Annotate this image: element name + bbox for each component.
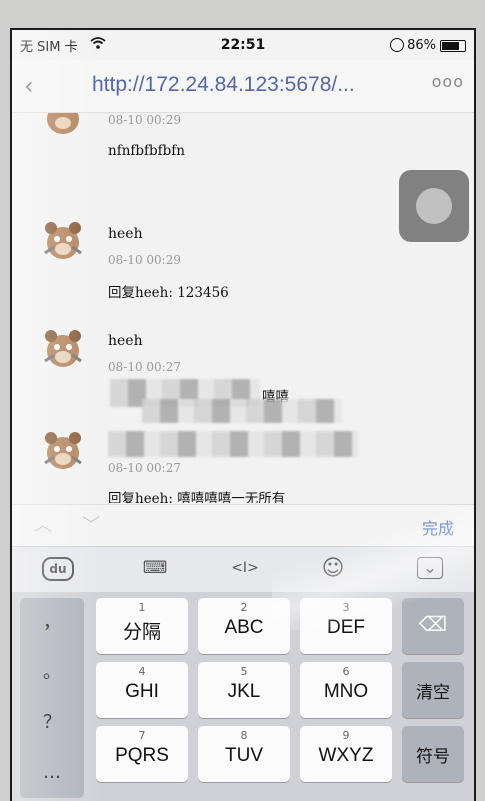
list-item: 08-10 00:27 回复heeh: 嘻嘻嘻嘻一无所有 <box>12 423 474 503</box>
key-5[interactable]: 5 JKL <box>198 662 290 718</box>
more-icon[interactable]: ooo <box>432 72 464 91</box>
keyboard-toolbar: du ⌨ <I> ☺ ⌄ <box>12 546 474 593</box>
key-4[interactable]: 4 GHI <box>96 662 188 718</box>
clear-key[interactable]: 清空 <box>402 662 464 718</box>
key-number: 5 <box>240 665 248 678</box>
key-9[interactable]: 9 WXYZ <box>300 726 392 782</box>
question-key[interactable]: ？ <box>20 698 84 748</box>
status-bar: 无 SIM 卡 22:51 86% <box>12 30 474 60</box>
delete-icon: ⌫ <box>418 614 448 636</box>
baidu-ime-icon[interactable]: du <box>42 557 74 581</box>
key-number: 4 <box>138 665 146 678</box>
rotation-lock-icon <box>390 38 404 52</box>
key-6[interactable]: 6 MNO <box>300 662 392 718</box>
clear-label: 清空 <box>416 683 450 702</box>
bear-avatar-icon <box>47 113 79 134</box>
comment-author: heeh <box>108 226 143 242</box>
symbol-label: 符号 <box>416 747 450 766</box>
symbol-key[interactable]: 符号 <box>402 726 464 782</box>
previous-field-icon[interactable]: ︿ <box>34 511 52 537</box>
page-url[interactable]: http://172.24.84.123:5678/... <box>92 73 355 97</box>
delete-key[interactable]: ⌫ <box>402 598 464 654</box>
clock: 22:51 <box>220 37 266 53</box>
phone-screen: 无 SIM 卡 22:51 86% ‹ http://172.24.84.123… <box>10 28 476 801</box>
emoji-icon[interactable]: ☺ <box>318 555 348 581</box>
key-label: GHI <box>125 681 159 702</box>
list-item: heeh 08-10 00:27 嘻嘻 <box>12 323 474 423</box>
pixelated-text <box>108 431 358 457</box>
bear-avatar-icon <box>44 330 82 367</box>
comment-date: 08-10 00:29 <box>108 253 181 267</box>
back-icon[interactable]: ‹ <box>24 72 34 100</box>
comma-key[interactable]: ， <box>20 598 84 648</box>
browser-navbar: ‹ http://172.24.84.123:5678/... ooo <box>12 60 474 113</box>
comment-author: heeh <box>108 333 143 349</box>
key-label: ABC <box>224 617 264 638</box>
cursor-move-icon[interactable]: <I> <box>230 555 260 581</box>
hide-keyboard-icon[interactable]: ⌄ <box>417 557 443 579</box>
comment-text: 回复heeh: 123456 <box>108 285 229 301</box>
key-number: 1 <box>138 601 146 614</box>
keyboard-switch-icon[interactable]: ⌨ <box>140 555 170 581</box>
input-accessory-bar: ︿ ﹀ 完成 <box>12 504 474 547</box>
ellipsis-key[interactable]: … <box>20 748 84 798</box>
key-label: DEF <box>327 617 365 638</box>
bear-avatar-icon <box>44 222 82 259</box>
comment-date: 08-10 00:27 <box>108 461 181 475</box>
comment-text: 回复heeh: 嘻嘻嘻嘻一无所有 <box>108 491 286 503</box>
done-button[interactable]: 完成 <box>422 515 454 539</box>
comment-text: nfnfbfbfbfn <box>108 143 185 159</box>
period-key[interactable]: 。 <box>20 648 84 698</box>
key-label: WXYZ <box>318 745 374 766</box>
comment-date: 08-10 00:27 <box>108 360 181 374</box>
key-number: 3 <box>342 601 350 614</box>
key-8[interactable]: 8 TUV <box>198 726 290 782</box>
key-label: PQRS <box>115 745 169 766</box>
key-7[interactable]: 7 PQRS <box>96 726 188 782</box>
key-number: 7 <box>138 729 146 742</box>
key-3[interactable]: 3 DEF <box>300 598 392 654</box>
key-label: JKL <box>227 681 261 702</box>
pixelated-text <box>142 399 342 423</box>
key-label: TUV <box>225 745 263 766</box>
bear-avatar-icon <box>44 432 82 469</box>
comment-date: 08-10 00:29 <box>108 113 181 127</box>
key-number: 6 <box>342 665 350 678</box>
next-field-icon[interactable]: ﹀ <box>82 511 100 537</box>
key-1[interactable]: 1 分隔 <box>96 598 188 654</box>
assistive-touch-button[interactable] <box>399 170 469 242</box>
battery-icon <box>440 40 466 52</box>
battery-percentage: 86% <box>407 37 436 53</box>
key-number: 9 <box>342 729 350 742</box>
key-label: MNO <box>323 681 369 702</box>
key-label: 分隔 <box>122 622 161 643</box>
key-number: 2 <box>240 601 248 614</box>
key-number: 8 <box>240 729 248 742</box>
punctuation-column: ， 。 ？ … <box>20 598 84 798</box>
key-2[interactable]: 2 ABC <box>198 598 290 654</box>
keyboard: ， 。 ？ … 1 分隔 2 ABC 3 DEF ⌫ 4 GHI 5 JKL 6… <box>12 592 474 801</box>
